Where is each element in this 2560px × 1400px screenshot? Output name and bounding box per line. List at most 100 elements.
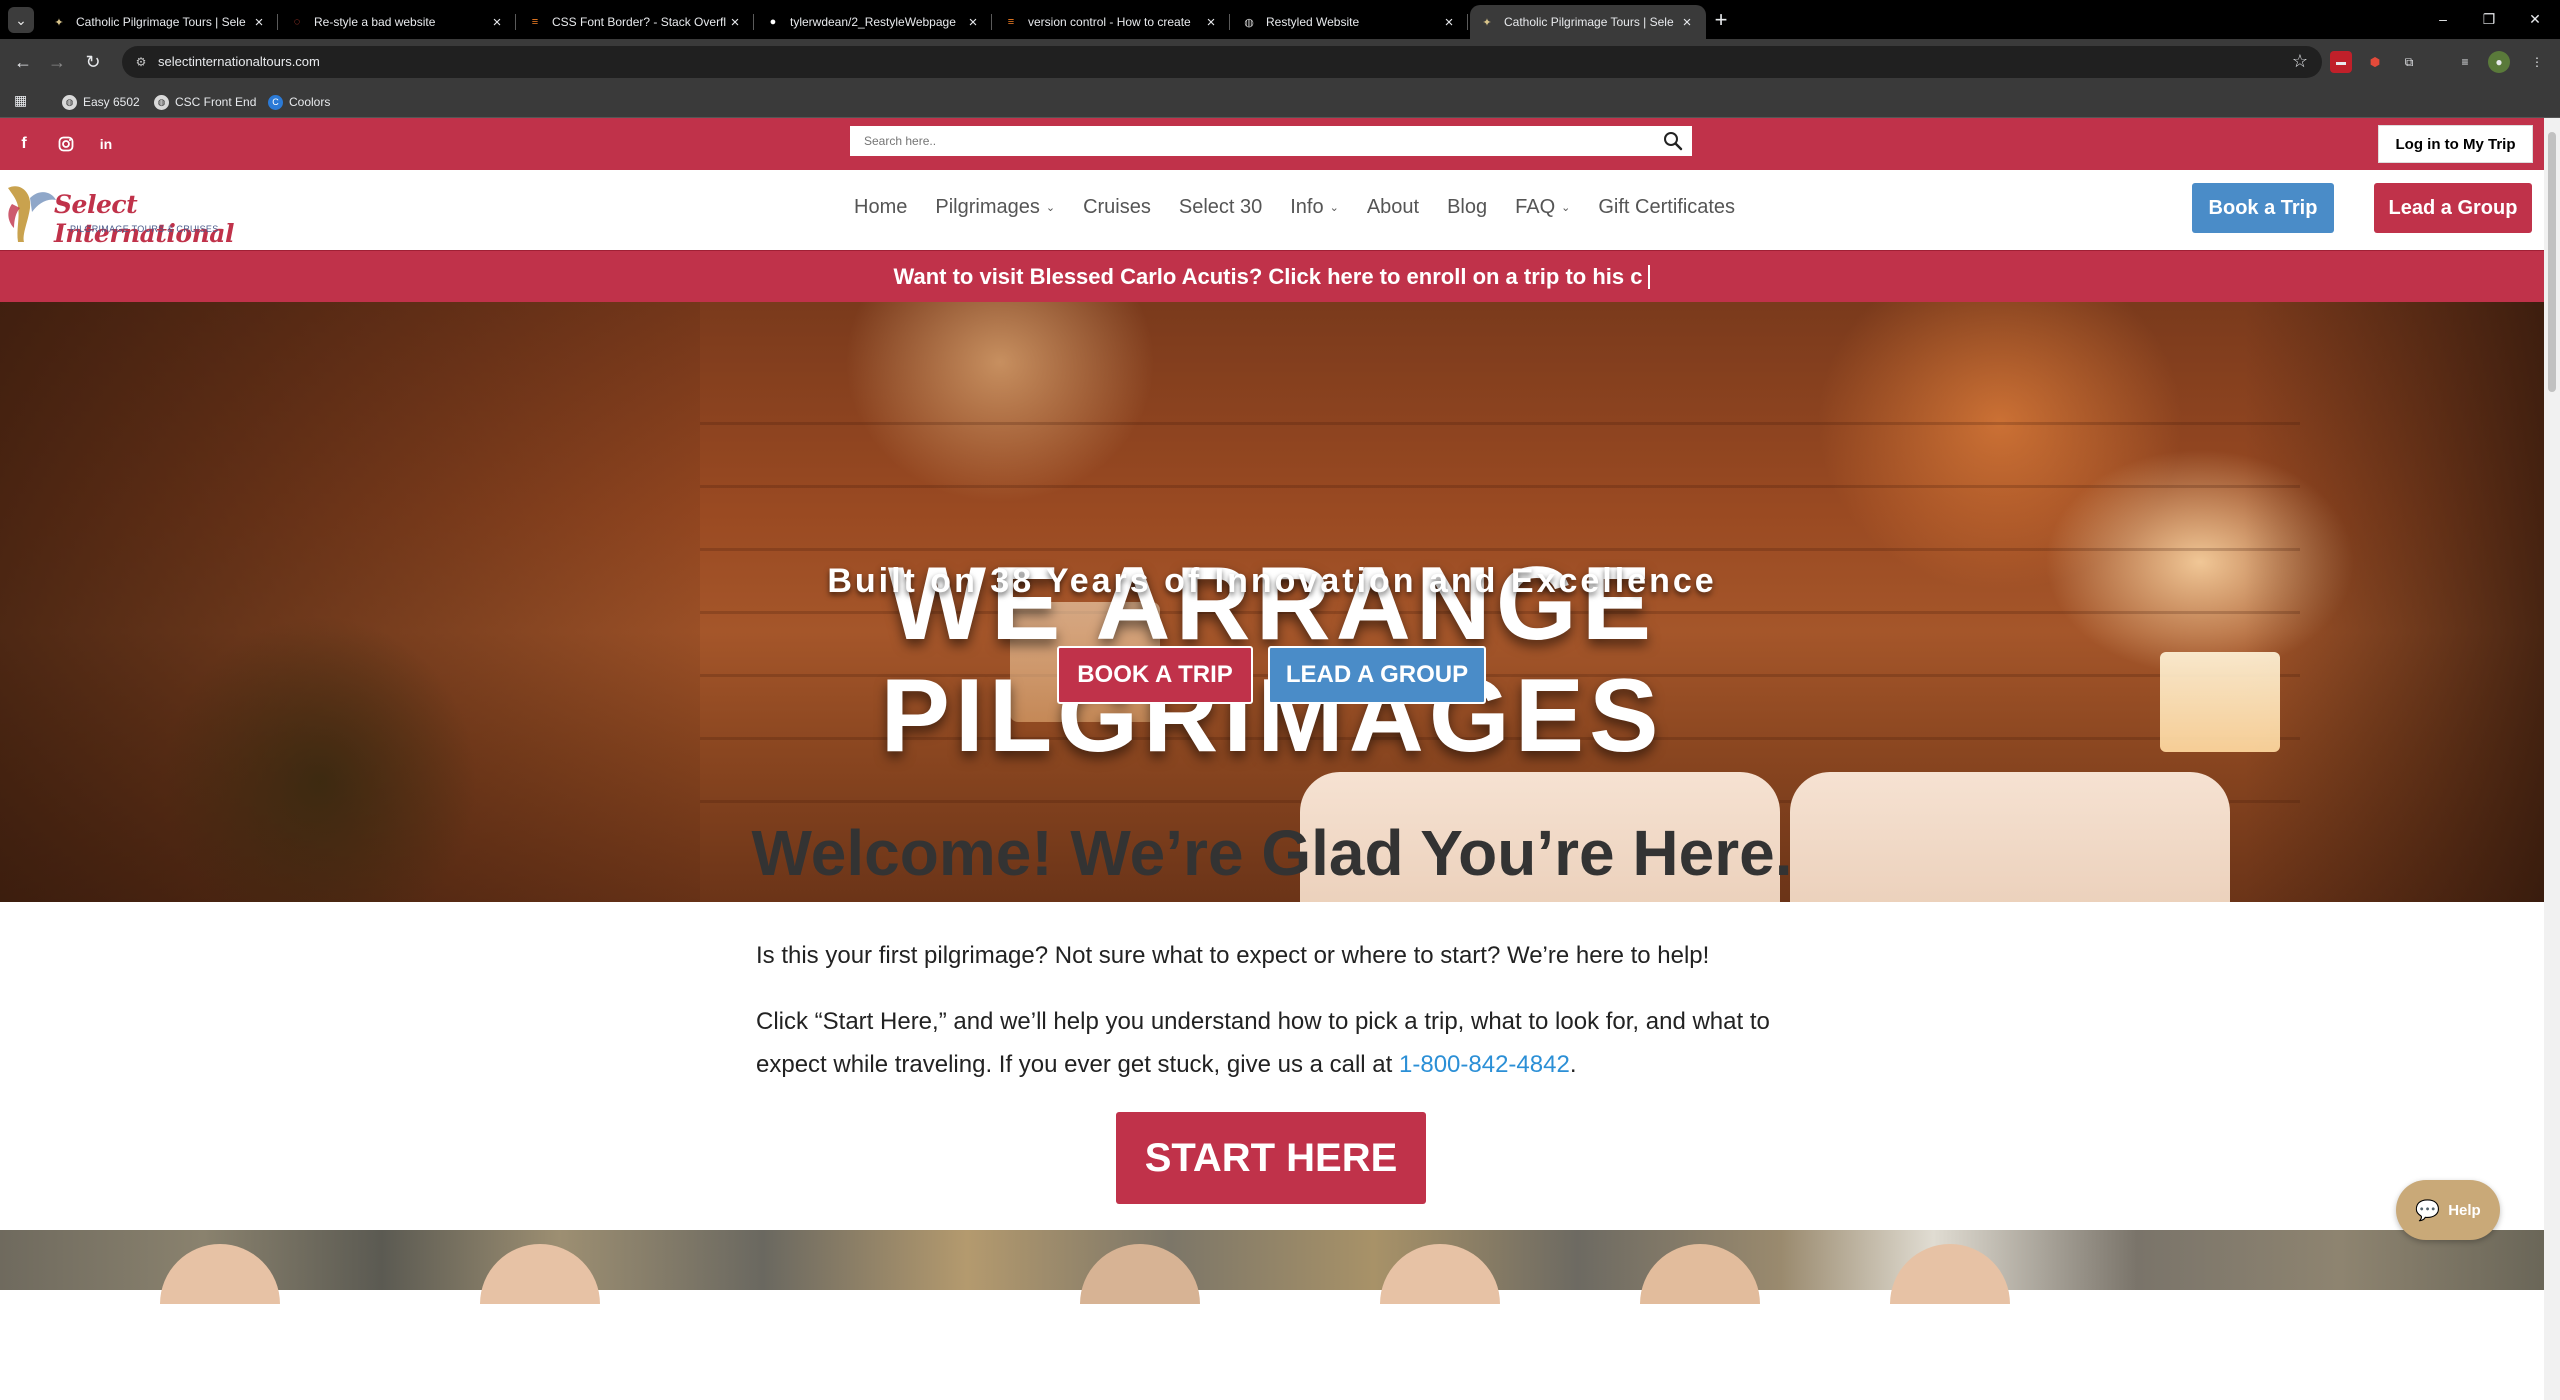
- photo-face: [160, 1244, 280, 1304]
- site-search-input[interactable]: [852, 128, 1642, 154]
- tab-title: tylerwdean/2_RestyleWebpage: [790, 15, 956, 29]
- bookmark-easy-6502[interactable]: ◍ Easy 6502: [62, 92, 140, 112]
- bookmark-coolors[interactable]: C Coolors: [268, 92, 330, 112]
- forward-button[interactable]: →: [42, 47, 72, 77]
- menu-item-label: Select 30: [1178, 196, 1263, 218]
- tab-6[interactable]: ◍ Restyled Website ×: [1232, 5, 1468, 39]
- book-a-trip-button[interactable]: Book a Trip: [2192, 183, 2334, 233]
- tab-title: version control - How to create: [1028, 15, 1191, 29]
- menu-item-faq[interactable]: FAQ ⌄: [1515, 196, 1570, 219]
- photo-face: [1380, 1244, 1500, 1304]
- extensions-puzzle-icon[interactable]: ⧉: [2398, 51, 2420, 73]
- menu-item-label: FAQ: [1515, 196, 1556, 218]
- close-icon[interactable]: ×: [1202, 14, 1220, 31]
- menu-item-label: Info: [1290, 196, 1324, 218]
- profile-avatar-icon[interactable]: ●: [2488, 51, 2510, 73]
- tab-4[interactable]: ● tylerwdean/2_RestyleWebpage ×: [756, 5, 992, 39]
- linkedin-icon[interactable]: in: [94, 132, 118, 156]
- menu-item-info[interactable]: Info ⌄: [1290, 196, 1339, 219]
- close-icon[interactable]: ×: [726, 14, 744, 31]
- scrollbar-thumb[interactable]: [2548, 132, 2556, 392]
- page-scrollbar[interactable]: [2544, 118, 2560, 1400]
- welcome-paragraph-2: Click “Start Here,” and we’ll help you u…: [756, 1000, 1806, 1086]
- minimize-button[interactable]: –: [2420, 6, 2466, 32]
- tab-search-button[interactable]: ⌄: [8, 7, 34, 33]
- hero-section: WE ARRANGE PILGRIMAGES Built on 38 Years…: [0, 302, 2544, 902]
- help-button[interactable]: 💬 Help: [2396, 1180, 2500, 1240]
- login-button[interactable]: Log in to My Trip: [2378, 125, 2533, 163]
- tab-1[interactable]: ✦ Catholic Pilgrimage Tours | Sele ×: [42, 5, 278, 39]
- tab-7-active[interactable]: ✦ Catholic Pilgrimage Tours | Sele ×: [1470, 5, 1706, 39]
- help-label: Help: [2448, 1201, 2481, 1219]
- menu-item-cruises[interactable]: Cruises: [1083, 196, 1151, 219]
- lead-a-group-button[interactable]: Lead a Group: [2374, 183, 2532, 233]
- tab-title: Catholic Pilgrimage Tours | Sele: [76, 15, 246, 29]
- url-text[interactable]: selectinternationaltours.com: [158, 54, 320, 69]
- extension-red-icon[interactable]: ▬: [2330, 51, 2352, 73]
- bookmark-star-icon[interactable]: ☆: [2292, 51, 2308, 72]
- plus-icon: +: [1714, 7, 1728, 32]
- close-icon[interactable]: ×: [488, 14, 506, 31]
- chevron-down-icon: ⌄: [1045, 202, 1056, 214]
- announcement-text: Want to visit Blessed Carlo Acutis? Clic…: [893, 263, 1643, 289]
- menu-item-gift-certificates[interactable]: Gift Certificates: [1598, 196, 1735, 219]
- browser-menu-icon[interactable]: ⋮: [2526, 51, 2548, 73]
- close-icon: ✕: [2529, 10, 2541, 27]
- menu-item-home[interactable]: Home: [854, 196, 907, 219]
- search-icon[interactable]: [1662, 130, 1684, 152]
- group-photo-strip: [0, 1230, 2544, 1304]
- tab-5[interactable]: ≡ version control - How to create ×: [994, 5, 1230, 39]
- close-icon[interactable]: ×: [1678, 14, 1696, 31]
- site-search-box: [850, 126, 1692, 156]
- menu-item-about[interactable]: About: [1367, 196, 1419, 219]
- coolors-icon: C: [268, 94, 283, 110]
- menu-item-pilgrimages[interactable]: Pilgrimages ⌄: [935, 196, 1055, 219]
- hero-book-a-trip-button[interactable]: BOOK A TRIP: [1057, 646, 1253, 704]
- reload-button[interactable]: ↻: [78, 47, 108, 77]
- chevron-down-icon: ⌄: [1561, 202, 1571, 214]
- address-bar[interactable]: ⚙ selectinternationaltours.com ☆: [122, 46, 2322, 78]
- photo-face: [1640, 1244, 1760, 1304]
- close-window-button[interactable]: ✕: [2512, 6, 2558, 32]
- tab-2[interactable]: ◌ Re-style a bad website ×: [280, 5, 516, 39]
- menu-item-label: Home: [854, 196, 908, 218]
- extension-shield-icon[interactable]: ⬢: [2364, 51, 2386, 73]
- close-icon[interactable]: ×: [964, 14, 982, 31]
- globe-icon: ◍: [1244, 16, 1254, 29]
- menu-item-label: Cruises: [1083, 196, 1151, 218]
- close-icon[interactable]: ×: [1440, 14, 1458, 31]
- github-icon: ●: [769, 16, 777, 28]
- menu-item-blog[interactable]: Blog: [1447, 196, 1487, 219]
- site-info-icon[interactable]: ⚙: [132, 53, 150, 71]
- restore-icon: ❐: [2482, 10, 2496, 27]
- close-icon[interactable]: ×: [250, 14, 268, 31]
- reload-icon: ↻: [85, 51, 101, 72]
- tab-title: CSS Font Border? - Stack Overfl: [552, 15, 726, 29]
- tab-3[interactable]: ≡ CSS Font Border? - Stack Overfl ×: [518, 5, 754, 39]
- facebook-icon[interactable]: f: [12, 132, 36, 156]
- tab-title: Re-style a bad website: [314, 15, 436, 29]
- dove-logo-icon: [8, 186, 56, 242]
- bookmark-csc-front-end[interactable]: ◍ CSC Front End: [154, 92, 256, 112]
- main-menu: Home Pilgrimages ⌄ Cruises Select 30 Info…: [854, 196, 1763, 219]
- apps-grid-icon[interactable]: ▦: [14, 92, 34, 112]
- dove-icon: ✦: [54, 16, 64, 29]
- photo-face: [480, 1244, 600, 1304]
- phone-link[interactable]: 1-800-842-4842: [1399, 1051, 1570, 1078]
- new-tab-button[interactable]: +: [1708, 7, 1734, 33]
- site-topbar: f in Log in to My Trip: [0, 118, 2544, 170]
- menu-item-label: Pilgrimages: [935, 196, 1040, 218]
- start-here-button[interactable]: START HERE: [1116, 1112, 1426, 1204]
- media-controls-icon[interactable]: ≡: [2454, 51, 2476, 73]
- text-cursor: [1648, 264, 1651, 289]
- logo-wordmark: Select International: [54, 190, 234, 248]
- back-button[interactable]: ←: [8, 47, 38, 77]
- hero-lead-a-group-button[interactable]: LEAD A GROUP: [1268, 646, 1486, 704]
- announcement-banner[interactable]: Want to visit Blessed Carlo Acutis? Clic…: [0, 250, 2544, 302]
- main-navigation: Select International PILGRIMAGE TOURS & …: [0, 170, 2544, 250]
- logo-tagline: PILGRIMAGE TOURS & CRUISES: [70, 224, 219, 234]
- menu-item-select-30[interactable]: Select 30: [1179, 196, 1262, 219]
- site-logo[interactable]: Select International PILGRIMAGE TOURS & …: [0, 174, 234, 248]
- instagram-icon[interactable]: [54, 132, 78, 156]
- restore-button[interactable]: ❐: [2466, 6, 2512, 32]
